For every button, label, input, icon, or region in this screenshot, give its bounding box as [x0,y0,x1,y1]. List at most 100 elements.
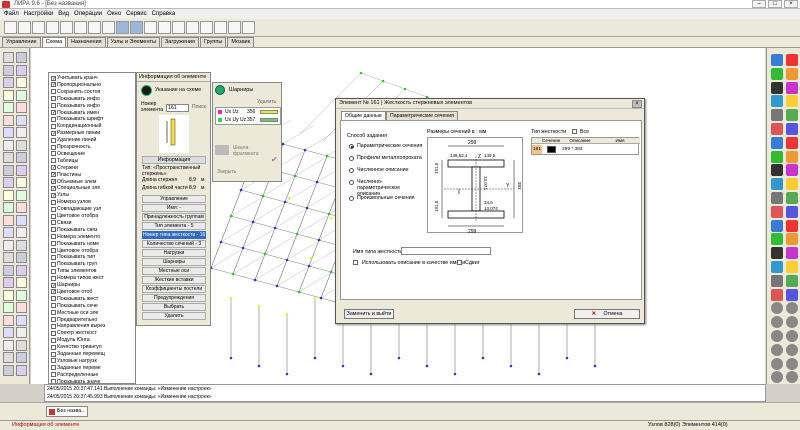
method-radio[interactable] [349,196,354,201]
left-tool-icon[interactable] [16,327,27,338]
left-tool-icon[interactable] [3,364,14,376]
tree-checkbox[interactable] [51,275,56,281]
left-tool-icon[interactable] [16,352,27,363]
method-radio[interactable] [349,168,354,173]
right-tool-icon[interactable] [786,95,798,108]
tree-checkbox[interactable]: ✓ [51,282,56,288]
select-icon[interactable] [130,21,143,34]
tree-checkbox[interactable] [51,372,56,378]
copy-icon[interactable] [102,21,115,34]
tree-checkbox[interactable] [51,254,56,260]
left-tool-icon[interactable] [16,139,27,151]
info-button[interactable]: Шарниры [142,258,206,266]
right-tool-icon[interactable] [771,330,783,342]
info-button[interactable]: Тип элемента - 5 [142,222,206,230]
tree-checkbox[interactable] [51,96,56,102]
left-tool-icon[interactable] [3,77,14,88]
redo-icon[interactable] [74,21,87,34]
right-tool-icon[interactable] [771,178,783,191]
tree-checkbox[interactable] [51,296,56,302]
tree-checkbox[interactable] [51,213,56,219]
left-tool-icon[interactable] [16,52,27,63]
right-tool-icon[interactable] [786,274,798,287]
all-checkbox[interactable] [572,129,577,136]
left-tool-icon[interactable] [3,327,14,338]
left-tool-icon[interactable] [3,64,14,76]
undo-icon[interactable] [60,21,73,34]
minimize-button[interactable]: – [752,0,766,8]
left-tool-icon[interactable] [3,252,14,263]
menu-item-view[interactable]: Вид [58,11,69,17]
right-tool-icon[interactable] [786,136,798,149]
method-radio[interactable] [349,144,354,149]
right-tool-icon[interactable] [771,233,783,246]
left-tool-icon[interactable] [16,302,27,313]
tree-checkbox[interactable] [51,144,56,150]
tree-checkbox[interactable]: ✓ [51,110,56,116]
shift-checkbox[interactable] [457,260,462,267]
rotate-icon[interactable] [144,21,157,34]
info-button[interactable]: Управление [142,195,206,203]
open-icon[interactable] [18,21,31,34]
tab-1[interactable]: Схема [41,37,67,47]
left-tool-icon[interactable] [3,339,14,351]
left-tool-icon[interactable] [3,239,14,251]
method-radio[interactable] [349,180,354,185]
left-tool-icon[interactable] [16,189,27,201]
left-tool-icon[interactable] [3,52,14,63]
right-tool-icon[interactable] [786,302,798,315]
right-tool-icon[interactable] [771,192,783,204]
tree-checkbox[interactable] [51,227,56,233]
left-tool-icon[interactable] [3,264,14,276]
left-tool-icon[interactable] [3,302,14,313]
tree-checkbox[interactable] [51,241,56,247]
left-tool-icon[interactable] [3,127,14,138]
info-button[interactable]: Выбрать [142,303,206,311]
tree-checkbox[interactable] [51,103,56,109]
right-tool-icon[interactable] [786,150,798,163]
tree-checkbox[interactable] [51,351,56,357]
tab-6[interactable]: Мозаик [227,37,255,47]
info-button[interactable]: Жесткие вставки [142,276,206,284]
element-number-input[interactable]: 161 [166,104,189,112]
left-tool-icon[interactable] [3,227,14,238]
right-tool-icon[interactable] [771,247,783,260]
right-tool-icon[interactable] [771,150,783,163]
element-icon[interactable] [228,21,241,34]
tab-general-data[interactable]: Общие данные [341,111,386,120]
hinge-close-button[interactable]: Закрыть [217,169,236,175]
right-tool-icon[interactable] [786,81,798,94]
left-tool-icon[interactable] [16,314,27,326]
right-tool-icon[interactable] [771,371,783,384]
tree-checkbox[interactable] [51,365,56,371]
tree-checkbox[interactable]: ✓ [51,289,56,295]
right-tool-icon[interactable] [786,219,798,232]
use-description-checkbox[interactable] [353,260,358,267]
left-tool-icon[interactable] [16,89,27,101]
hinge-delete-button[interactable]: Удалить [257,99,276,105]
left-tool-icon[interactable] [16,339,27,351]
left-tool-icon[interactable] [3,289,14,301]
left-tool-icon[interactable] [16,164,27,176]
menu-item-operations[interactable]: Операции [74,11,102,17]
right-tool-icon[interactable] [786,343,798,356]
right-tool-icon[interactable] [786,288,798,301]
right-tool-icon[interactable] [771,123,783,135]
tree-checkbox[interactable]: ✓ [51,192,56,198]
tree-checkbox[interactable] [51,337,56,343]
menu-item-window[interactable]: Окно [107,11,121,17]
tab-2[interactable]: Назначения [67,37,106,47]
left-tool-icon[interactable] [3,102,14,113]
menu-item-help[interactable]: Справка [152,11,176,17]
left-tool-icon[interactable] [16,152,27,163]
tree-checkbox[interactable] [51,234,56,240]
info-button[interactable]: Номер типа жесткости - 161 [142,231,206,239]
left-tool-icon[interactable] [16,77,27,88]
tree-checkbox[interactable] [51,317,56,322]
left-tool-icon[interactable] [3,202,14,213]
left-tool-icon[interactable] [16,214,27,226]
print-icon[interactable] [46,21,59,34]
tree-checkbox[interactable]: ✓ [51,82,56,88]
right-tool-icon[interactable] [771,109,783,122]
fit-icon[interactable] [186,21,199,34]
